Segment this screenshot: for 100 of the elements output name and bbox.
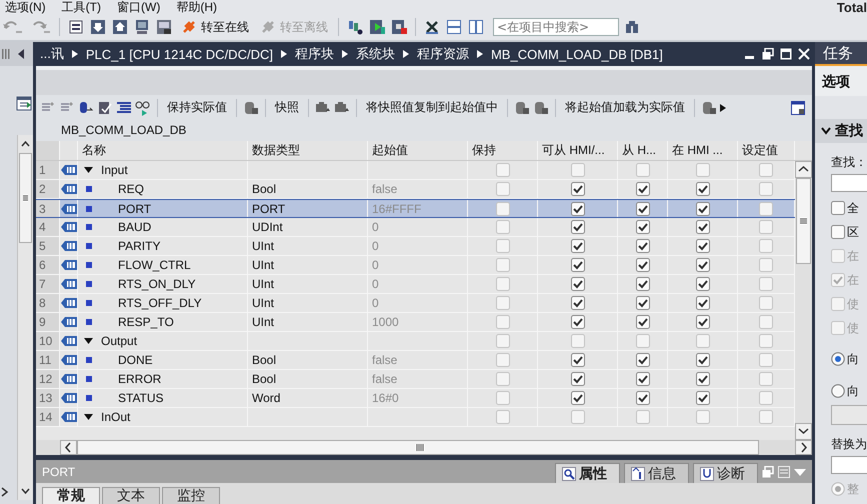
breadcrumb-item[interactable]: 程序块: [294, 45, 334, 63]
breadcrumb-item[interactable]: MB_COMM_LOAD_DB [DB1]: [490, 46, 663, 62]
collapse-triangle-icon[interactable]: [84, 166, 93, 174]
checkbox[interactable]: [831, 225, 845, 239]
checkbox[interactable]: [496, 202, 510, 216]
checkbox[interactable]: [636, 410, 650, 424]
checked-checkbox[interactable]: [570, 239, 584, 253]
checkbox[interactable]: [496, 372, 510, 386]
go-online-button[interactable]: 转至在线: [177, 18, 252, 36]
checkbox[interactable]: [696, 163, 710, 177]
column-header[interactable]: 从 H...: [618, 141, 668, 160]
checked-checkbox[interactable]: [696, 353, 710, 367]
toolbar-button[interactable]: 快照: [272, 99, 302, 116]
download-icon[interactable]: [90, 19, 106, 35]
collapse-left-icon[interactable]: [16, 48, 26, 60]
grip-icon[interactable]: [2, 48, 10, 60]
checked-checkbox[interactable]: [696, 296, 710, 310]
checkbox[interactable]: [570, 163, 584, 177]
scroll-left-icon[interactable]: [60, 440, 77, 455]
menu-item[interactable]: 窗口(W): [117, 0, 160, 14]
section-header[interactable]: 查找: [815, 119, 867, 143]
checked-checkbox[interactable]: [570, 277, 584, 291]
checkbox[interactable]: [696, 410, 710, 424]
menu-item[interactable]: 工具(T): [62, 0, 101, 14]
checkbox[interactable]: [570, 410, 584, 424]
split-vertical-icon[interactable]: [468, 19, 484, 35]
checked-checkbox[interactable]: [636, 296, 650, 310]
checkbox[interactable]: [759, 220, 773, 234]
checkbox[interactable]: [759, 182, 773, 196]
checked-checkbox[interactable]: [636, 315, 650, 329]
checked-checkbox[interactable]: [636, 220, 650, 234]
checked-checkbox[interactable]: [570, 391, 584, 405]
checked-checkbox[interactable]: [570, 182, 584, 196]
more-icon[interactable]: [720, 104, 726, 112]
column-header[interactable]: 可从 HMI/...: [538, 141, 618, 160]
scroll-thumb-icon[interactable]: [795, 178, 812, 264]
compile-icon[interactable]: [68, 19, 84, 35]
upload-icon[interactable]: [112, 19, 128, 35]
checkbox[interactable]: [496, 182, 510, 196]
search-field[interactable]: <在项目中搜索>: [493, 18, 619, 36]
cylinder-icon[interactable]: [533, 100, 549, 116]
scrollbar[interactable]: [17, 135, 33, 500]
checked-checkbox[interactable]: [696, 391, 710, 405]
column-header[interactable]: 名称: [78, 141, 248, 160]
checkbox[interactable]: [831, 201, 845, 215]
checked-checkbox[interactable]: [696, 277, 710, 291]
checkbox[interactable]: [759, 391, 773, 405]
panel-tab[interactable]: 监控: [162, 487, 220, 504]
checkbox[interactable]: [496, 277, 510, 291]
checkbox[interactable]: [759, 372, 773, 386]
cross-icon[interactable]: [424, 19, 440, 35]
checkbox[interactable]: [759, 410, 773, 424]
toolbar-button[interactable]: 将起始值加载为实际值: [562, 99, 688, 116]
database-icon[interactable]: [78, 100, 94, 116]
checkbox[interactable]: [496, 353, 510, 367]
scroll-thumb-icon[interactable]: [19, 153, 32, 243]
checkbox[interactable]: [496, 391, 510, 405]
checkbox[interactable]: [570, 334, 584, 348]
checkbox[interactable]: [496, 163, 510, 177]
scroll-thumb-icon[interactable]: [77, 440, 759, 455]
checkbox[interactable]: [496, 239, 510, 253]
checkbox[interactable]: [496, 410, 510, 424]
menu-item[interactable]: 选项(N): [5, 0, 46, 14]
checked-checkbox[interactable]: [570, 353, 584, 367]
calendar-icon[interactable]: [16, 95, 32, 111]
checked-checkbox[interactable]: [570, 220, 584, 234]
checkbox[interactable]: [759, 334, 773, 348]
checked-checkbox[interactable]: [696, 315, 710, 329]
checked-checkbox[interactable]: [570, 202, 584, 216]
checked-checkbox[interactable]: [696, 258, 710, 272]
checked-checkbox[interactable]: [570, 372, 584, 386]
breadcrumb-item[interactable]: PLC_1 [CPU 1214C DC/DC/DC]: [86, 46, 273, 62]
expand-right-icon[interactable]: [1, 487, 9, 497]
checkbox[interactable]: [496, 258, 510, 272]
scroll-down-icon[interactable]: [795, 423, 812, 440]
column-header[interactable]: 在 HMI ...: [668, 141, 738, 160]
checkbox[interactable]: [759, 163, 773, 177]
binoculars-icon[interactable]: [624, 19, 640, 35]
panel-tab[interactable]: 常规: [42, 487, 100, 504]
checkbox[interactable]: [759, 315, 773, 329]
list-icon[interactable]: [116, 100, 132, 116]
close-icon[interactable]: [798, 48, 810, 60]
breadcrumb-item[interactable]: ...讯: [40, 45, 64, 63]
scroll-up-icon[interactable]: [795, 161, 812, 178]
checked-checkbox[interactable]: [636, 391, 650, 405]
stop-cpu-icon[interactable]: [391, 19, 407, 35]
checkbox[interactable]: [496, 315, 510, 329]
checkbox[interactable]: [759, 277, 773, 291]
simulation-icon[interactable]: [156, 19, 172, 35]
checked-checkbox[interactable]: [636, 239, 650, 253]
checked-checkbox[interactable]: [636, 182, 650, 196]
maximize-icon[interactable]: [780, 48, 792, 60]
panel-tab[interactable]: 信息: [624, 463, 689, 483]
checked-checkbox[interactable]: [636, 202, 650, 216]
checkbox[interactable]: [636, 334, 650, 348]
checked-checkbox[interactable]: [636, 372, 650, 386]
panel-tab[interactable]: 属性: [555, 463, 620, 483]
breadcrumb-item[interactable]: 系统块: [356, 45, 395, 63]
checked-checkbox[interactable]: [570, 315, 584, 329]
glasses-icon[interactable]: [135, 100, 151, 116]
